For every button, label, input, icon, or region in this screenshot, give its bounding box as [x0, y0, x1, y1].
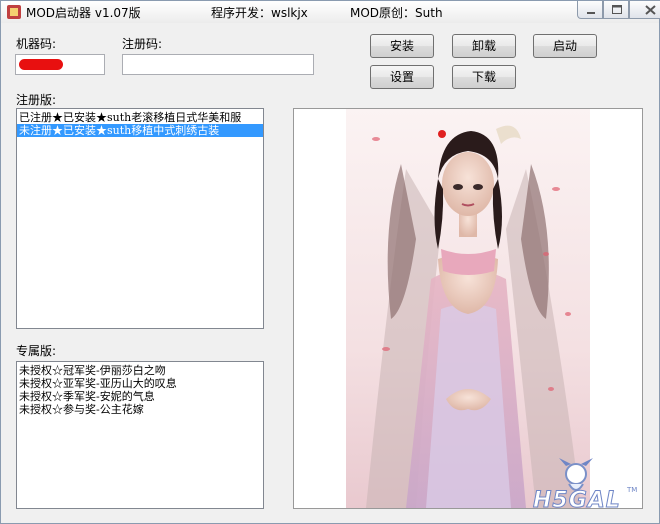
maximize-icon [612, 5, 622, 14]
list-item[interactable]: 未授权☆参与奖-公主花嫁 [17, 403, 263, 416]
settings-button[interactable]: 设置 [370, 65, 434, 89]
window-title: MOD启动器 v1.07版 [26, 6, 141, 20]
list-item[interactable]: 未授权☆冠军奖-伊丽莎白之吻 [17, 364, 263, 377]
registered-label: 注册版: [16, 93, 57, 107]
redaction-mark [19, 59, 63, 70]
close-icon [645, 5, 656, 15]
close-button[interactable] [629, 1, 660, 19]
exclusive-list[interactable]: 未授权☆冠军奖-伊丽莎白之吻 未授权☆亚军奖-亚历山大的叹息 未授权☆季军奖-安… [16, 361, 264, 509]
launch-button[interactable]: 启动 [533, 34, 597, 58]
install-button[interactable]: 安装 [370, 34, 434, 58]
character-preview-image [346, 109, 590, 508]
machine-code-label: 机器码: [16, 37, 57, 51]
machine-code-field[interactable] [15, 54, 105, 75]
registered-list[interactable]: 已注册★已安装★suth老滚移植日式华美和服 未注册★已安装★suth移植中式刺… [16, 108, 264, 329]
list-item[interactable]: 未授权☆亚军奖-亚历山大的叹息 [17, 377, 263, 390]
watermark-logo: H5GAL TM [531, 456, 641, 518]
watermark-tm: TM [627, 486, 638, 494]
title-bar: MOD启动器 v1.07版 程序开发：wslkjx MOD原创：Suth [1, 1, 660, 23]
list-item[interactable]: 已注册★已安装★suth老滚移植日式华美和服 [17, 111, 263, 124]
launcher-window: MOD启动器 v1.07版 程序开发：wslkjx MOD原创：Suth 机器码… [0, 0, 660, 524]
developer-credit: 程序开发：wslkjx [211, 6, 308, 20]
minimize-icon [587, 12, 595, 14]
uninstall-button[interactable]: 卸载 [452, 34, 516, 58]
list-item-selected[interactable]: 未注册★已安装★suth移植中式刺绣古装 [17, 124, 263, 137]
original-credit: MOD原创：Suth [350, 6, 443, 20]
reg-code-label: 注册码: [122, 37, 163, 51]
list-item[interactable]: 未授权☆季军奖-安妮的气息 [17, 390, 263, 403]
reg-code-field[interactable] [122, 54, 314, 75]
download-button[interactable]: 下载 [452, 65, 516, 89]
exclusive-label: 专属版: [16, 344, 57, 358]
minimize-button[interactable] [577, 1, 603, 19]
app-icon [7, 5, 21, 19]
maximize-button[interactable] [603, 1, 629, 19]
watermark-text: H5GAL [533, 488, 621, 514]
